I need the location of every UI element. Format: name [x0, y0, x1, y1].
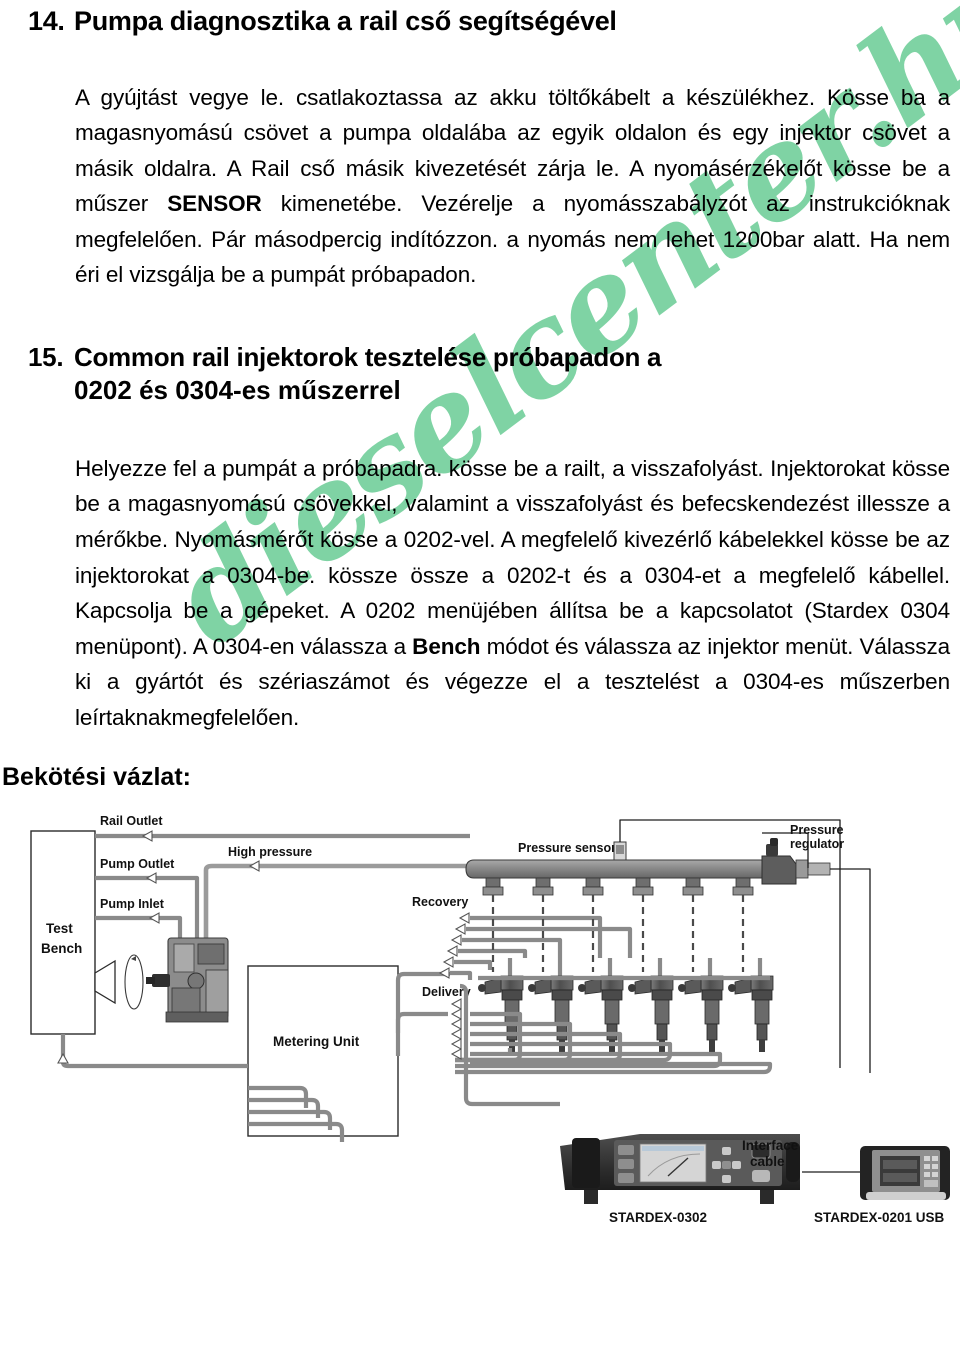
section-14-number: 14. [28, 6, 65, 36]
pressure-sensor-wire [619, 819, 841, 1068]
device-enter-button [752, 1169, 770, 1182]
section-14-title: Pumpa diagnosztika a rail cső segítségév… [74, 6, 617, 36]
section-15-title-line1: Common rail injektorok tesztelése próbap… [74, 341, 662, 372]
device-right-label: STARDEX-0201 USB [814, 1210, 945, 1225]
pressure-regulator-label-line1: Pressure [790, 823, 844, 837]
injector [628, 975, 674, 1052]
injector [728, 975, 774, 1052]
metering-unit-label: Metering Unit [273, 1034, 360, 1049]
para-14-bold-sensor: SENSOR [167, 191, 262, 217]
device-button-menu [618, 1144, 634, 1155]
test-bench-label-line2: Bench [41, 941, 82, 956]
pump-outlet-label: Pump Outlet [100, 857, 175, 871]
section-15-paragraph: Helyezze fel a pumpát a próbapadra. köss… [0, 451, 960, 735]
schematic-svg: Test Bench Rail Outlet Pump Outlet Pump … [30, 814, 950, 1225]
section-14-paragraph: A gyújtást vegye le. csatlakoztassa az a… [0, 80, 960, 293]
delivery-arrows [450, 997, 462, 1060]
test-bench-label-line1: Test [46, 921, 73, 936]
high-pressure-label: High pressure [228, 845, 312, 859]
rail-outlet-label: Rail Outlet [100, 814, 163, 828]
pressure-regulator-return-wire [830, 868, 871, 1073]
section-15-heading: 15. Common rail injektorok tesztelése pr… [0, 341, 960, 374]
bench-drive-cone [94, 959, 116, 1004]
pump-inlet-label: Pump Inlet [100, 897, 165, 911]
rail-ports [482, 877, 754, 896]
injector [678, 975, 724, 1052]
stardex-0201-usb-device [860, 1145, 950, 1200]
pressure-regulator-label-line2: regulator [790, 837, 844, 851]
pressure-sensor-label: Pressure sensor [518, 841, 616, 855]
device-foot [584, 1189, 598, 1204]
injector [528, 975, 574, 1052]
para-15-bold-bench: Bench [412, 633, 481, 659]
recovery-label: Recovery [412, 895, 468, 909]
bench-return-pipe [60, 1033, 248, 1068]
device-left-label: STARDEX-0302 [609, 1210, 707, 1225]
para-15-text-part1: Helyezze fel a pumpát a próbapadra. köss… [75, 455, 950, 659]
injectors [478, 975, 774, 1052]
flow-arrow-icon [141, 829, 153, 842]
section-14-heading: 14. Pumpa diagnosztika a rail cső segíts… [0, 4, 960, 39]
rail-to-injector-dashed [491, 894, 745, 972]
wiring-schematic-diagram: Test Bench Rail Outlet Pump Outlet Pump … [0, 798, 960, 1268]
injector [578, 975, 624, 1052]
device-handle-left [572, 1137, 600, 1188]
flow-arrow-icon [248, 859, 260, 872]
flow-arrow-icon [148, 911, 160, 924]
interface-cable-label-line2: cable [750, 1154, 785, 1169]
flow-arrow-icon [57, 1052, 69, 1064]
common-rail [465, 859, 766, 896]
device-button-back [618, 1172, 634, 1183]
section-15-number: 15. [28, 341, 64, 372]
section-15-title-line2: 0202 és 0304-es műszerrel [74, 375, 401, 406]
document-content: 14. Pumpa diagnosztika a rail cső segíts… [0, 4, 960, 794]
flow-arrow-icon [145, 871, 157, 884]
interface-cable-label-line1: Interface [742, 1138, 799, 1153]
device-foot [760, 1189, 774, 1204]
pressure-sensor [613, 841, 627, 861]
recovery-arrows [438, 911, 470, 979]
high-pressure-pump [146, 937, 229, 1023]
schematic-label: Bekötési vázlat: [2, 763, 191, 792]
device-button-pilot [618, 1158, 634, 1169]
drive-coupling [124, 954, 144, 1010]
